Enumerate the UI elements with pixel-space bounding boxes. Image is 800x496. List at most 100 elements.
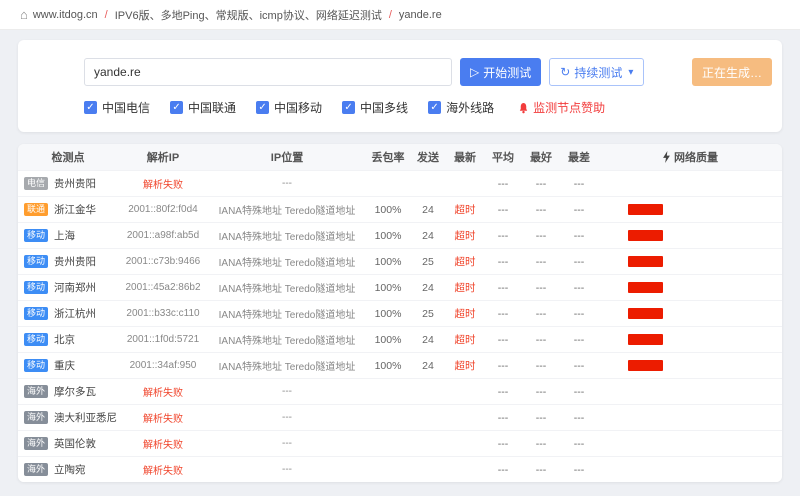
- best-value: ---: [522, 204, 560, 216]
- worst-value: ---: [560, 464, 598, 476]
- sent-count: 24: [410, 204, 446, 216]
- latest-value: 超时: [446, 358, 484, 373]
- loss-rate: 100%: [366, 282, 410, 294]
- worst-value: ---: [560, 204, 598, 216]
- checkbox-checked-icon: ✓: [256, 101, 269, 114]
- isp-badge: 移动: [24, 307, 48, 320]
- latest-value: 超时: [446, 306, 484, 321]
- checkbox-label: 海外线路: [446, 99, 494, 116]
- breadcrumb-separator: /: [105, 9, 108, 21]
- generating-button[interactable]: 正在生成…: [692, 58, 772, 86]
- node-name: 浙江杭州: [54, 306, 96, 321]
- ip-location: IANA特殊地址 Teredo隧道地址: [208, 254, 366, 269]
- node-cell: 移动 浙江杭州: [18, 306, 118, 321]
- header-ip: 解析IP: [118, 149, 208, 165]
- avg-value: ---: [484, 256, 522, 268]
- isp-badge: 移动: [24, 255, 48, 268]
- sponsor-link[interactable]: 监测节点赞助: [518, 99, 605, 116]
- resolved-ip: 2001::1f0d:5721: [118, 334, 208, 345]
- latest-value: 超时: [446, 228, 484, 243]
- best-value: ---: [522, 334, 560, 346]
- lightning-icon: [662, 151, 671, 163]
- ip-location: IANA特殊地址 Teredo隧道地址: [208, 332, 366, 347]
- table-header-row: 检测点 解析IP IP位置 丢包率 发送 最新 平均 最好 最差 网络质量: [18, 144, 782, 170]
- quality-cell: [598, 230, 782, 241]
- ip-location: ---: [208, 412, 366, 423]
- bell-icon: [518, 102, 529, 114]
- worst-value: ---: [560, 308, 598, 320]
- sent-count: 24: [410, 282, 446, 294]
- sent-count: 24: [410, 230, 446, 242]
- worst-value: ---: [560, 256, 598, 268]
- isp-badge: 电信: [24, 177, 48, 190]
- isp-badge: 移动: [24, 333, 48, 346]
- table-row: 移动 浙江杭州 2001::b33c:c110 IANA特殊地址 Teredo隧…: [18, 300, 782, 326]
- latest-value: 超时: [446, 202, 484, 217]
- table-row: 移动 贵州贵阳 2001::c73b:9466 IANA特殊地址 Teredo隧…: [18, 248, 782, 274]
- generating-label: 正在生成…: [702, 64, 762, 81]
- node-cell: 移动 河南郑州: [18, 280, 118, 295]
- node-name: 北京: [54, 332, 75, 347]
- latest-value: 超时: [446, 254, 484, 269]
- quality-bar: [628, 308, 663, 319]
- resolved-ip: 解析失败: [118, 462, 208, 477]
- quality-cell: [598, 360, 782, 371]
- node-cell: 海外 澳大利亚悉尼: [18, 410, 118, 425]
- ip-location: IANA特殊地址 Teredo隧道地址: [208, 202, 366, 217]
- ip-location: IANA特殊地址 Teredo隧道地址: [208, 306, 366, 321]
- isp-badge: 海外: [24, 437, 48, 450]
- best-value: ---: [522, 386, 560, 398]
- best-value: ---: [522, 230, 560, 242]
- line-checkbox[interactable]: ✓ 中国多线: [342, 99, 408, 116]
- breadcrumb-site[interactable]: www.itdog.cn: [33, 9, 98, 21]
- table-row: 海外 摩尔多瓦 解析失败 --- --- --- ---: [18, 378, 782, 404]
- checkbox-label: 中国移动: [274, 99, 322, 116]
- isp-badge: 海外: [24, 411, 48, 424]
- quality-bar: [628, 256, 663, 267]
- chevron-down-icon: ▾: [628, 67, 633, 78]
- avg-value: ---: [484, 360, 522, 372]
- start-test-button[interactable]: ▷ 开始测试: [460, 58, 541, 86]
- continuous-test-label: 持续测试: [574, 64, 622, 81]
- table-row: 电信 贵州贵阳 解析失败 --- --- --- ---: [18, 170, 782, 196]
- resolved-ip: 2001::80f2:f0d4: [118, 204, 208, 215]
- node-name: 重庆: [54, 358, 75, 373]
- table-row: 联通 浙江金华 2001::80f2:f0d4 IANA特殊地址 Teredo隧…: [18, 196, 782, 222]
- home-icon: ⌂: [20, 7, 28, 22]
- resolved-ip: 2001::c73b:9466: [118, 256, 208, 267]
- avg-value: ---: [484, 230, 522, 242]
- avg-value: ---: [484, 438, 522, 450]
- node-cell: 移动 重庆: [18, 358, 118, 373]
- avg-value: ---: [484, 464, 522, 476]
- latest-value: 超时: [446, 280, 484, 295]
- best-value: ---: [522, 360, 560, 372]
- worst-value: ---: [560, 282, 598, 294]
- avg-value: ---: [484, 412, 522, 424]
- ip-location: ---: [208, 438, 366, 449]
- line-checkbox[interactable]: ✓ 中国电信: [84, 99, 150, 116]
- checkbox-checked-icon: ✓: [170, 101, 183, 114]
- target-input[interactable]: [84, 58, 452, 86]
- line-checkbox[interactable]: ✓ 中国移动: [256, 99, 322, 116]
- continuous-test-button[interactable]: ↻ 持续测试 ▾: [549, 58, 644, 86]
- header-quality-label: 网络质量: [674, 149, 718, 165]
- isp-badge: 移动: [24, 229, 48, 242]
- line-checkbox[interactable]: ✓ 海外线路: [428, 99, 494, 116]
- loss-rate: 100%: [366, 230, 410, 242]
- node-cell: 移动 贵州贵阳: [18, 254, 118, 269]
- avg-value: ---: [484, 386, 522, 398]
- loss-rate: 100%: [366, 308, 410, 320]
- header-best: 最好: [522, 149, 560, 165]
- line-checkbox[interactable]: ✓ 中国联通: [170, 99, 236, 116]
- node-cell: 海外 立陶宛: [18, 462, 118, 477]
- loss-rate: 100%: [366, 204, 410, 216]
- table-row: 海外 立陶宛 解析失败 --- --- --- ---: [18, 456, 782, 482]
- ip-location: ---: [208, 464, 366, 475]
- node-cell: 海外 摩尔多瓦: [18, 384, 118, 399]
- header-location: IP位置: [208, 149, 366, 165]
- best-value: ---: [522, 308, 560, 320]
- loss-rate: 100%: [366, 334, 410, 346]
- best-value: ---: [522, 464, 560, 476]
- isp-badge: 移动: [24, 359, 48, 372]
- results-table: 检测点 解析IP IP位置 丢包率 发送 最新 平均 最好 最差 网络质量 电信…: [18, 144, 782, 482]
